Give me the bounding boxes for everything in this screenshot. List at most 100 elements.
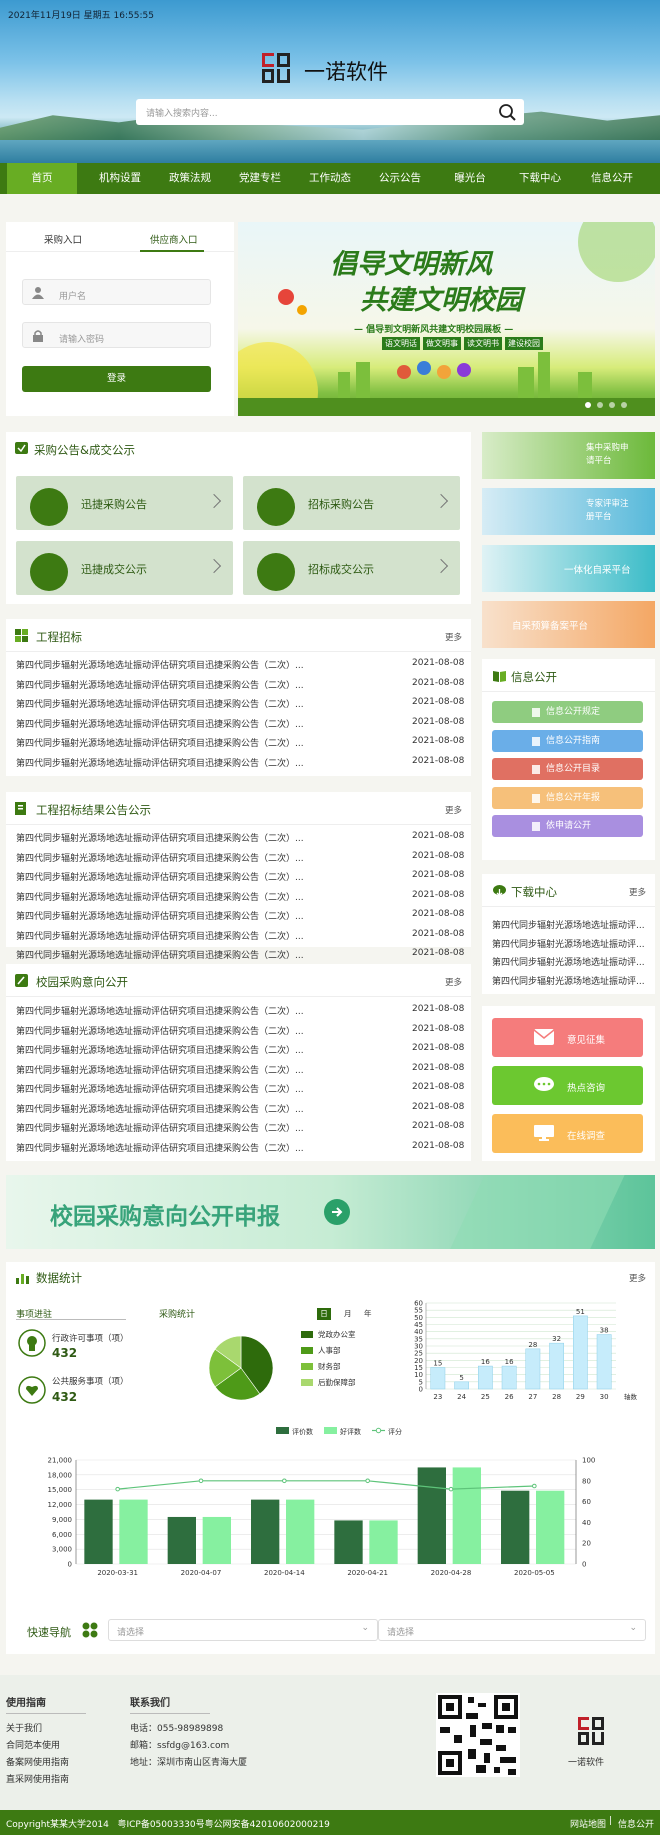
nav-download[interactable]: 下载中心 [505,163,575,194]
download-item[interactable]: 第四代同步辐射光源场地选址振动评... [492,955,645,968]
nav-work[interactable]: 工作动态 [295,163,365,194]
info-public-item[interactable]: 信息公开目录 [492,758,643,780]
campus-intent-banner[interactable]: 校园采购意向公开申报 [6,1175,655,1249]
quicknav-select-1[interactable]: 请选择 ⌄ [108,1619,378,1641]
feedback-button[interactable]: 意见征集 [492,1018,643,1057]
row-date: 2021-08-08 [412,1004,465,1014]
more-link[interactable]: 更多 [445,804,462,816]
platform-central[interactable]: 集中采购申请平台 [482,432,655,479]
nav-policy[interactable]: 政策法规 [155,163,225,194]
list-row[interactable]: 第四代同步辐射光源场地选址振动评估研究项目迅捷采购公告（二次）... 2021-0… [16,1043,466,1059]
item-label: 公共服务事项（项） [52,1377,129,1387]
y-tick-label: 60 [414,1300,423,1308]
bar [501,1365,517,1390]
nav-org[interactable]: 机构设置 [85,163,155,194]
more-link[interactable]: 更多 [629,1272,646,1284]
bar [525,1348,541,1390]
list-row[interactable]: 第四代同步辐射光源场地选址振动评估研究项目迅捷采购公告（二次）... 2021-0… [16,1024,466,1040]
info-public-item[interactable]: 信息公开规定 [492,701,643,723]
more-link[interactable]: 更多 [445,631,462,643]
quicknav-select-2[interactable]: 请选择 ⌄ [378,1619,646,1641]
list-row[interactable]: 第四代同步辐射光源场地选址振动评估研究项目迅捷采购公告（二次）... 2021-0… [16,697,466,713]
username-field[interactable]: 用户名 [22,279,211,305]
list-row[interactable]: 第四代同步辐射光源场地选址振动评估研究项目迅捷采购公告（二次）... 2021-0… [16,831,466,847]
platform-budget[interactable]: 自采预算备案平台 [482,601,655,648]
list-row[interactable]: 第四代同步辐射光源场地选址振动评估研究项目迅捷采购公告（二次）... 2021-0… [16,890,466,906]
list-row[interactable]: 第四代同步辐射光源场地选址振动评估研究项目迅捷采购公告（二次）... 2021-0… [16,1102,466,1118]
list-row[interactable]: 第四代同步辐射光源场地选址振动评估研究项目迅捷采购公告（二次）... 2021-0… [16,1141,466,1157]
list-row[interactable]: 第四代同步辐射光源场地选址振动评估研究项目迅捷采购公告（二次）... 2021-0… [16,1004,466,1020]
list-row[interactable]: 第四代同步辐射光源场地选址振动评估研究项目迅捷采购公告（二次）... 2021-0… [16,678,466,694]
info-public-item[interactable]: 信息公开年报 [492,786,643,809]
y2-tick-label: 40 [582,1519,591,1527]
search-input[interactable]: 请输入搜索内容... [136,99,524,125]
item-value: 432 [52,1346,78,1360]
pie-legend-item: 财务部 [301,1361,341,1372]
mail-icon [534,1029,554,1045]
purchase-title: 采购统计 [159,1310,196,1320]
search-placeholder: 请输入搜索内容... [146,109,218,119]
tile-bid-result[interactable]: 招标成交公示 [243,541,460,595]
period-month[interactable]: 月 [344,1308,352,1319]
y-tick-label: 30 [414,1343,423,1351]
document-icon [15,802,26,815]
nav-home[interactable]: 首页 [7,163,77,194]
tab-supplier[interactable]: 供应商入口 [150,232,198,246]
stats-title: 数据统计 [36,1271,82,1285]
download-item[interactable]: 第四代同步辐射光源场地选址振动评... [492,937,645,950]
monitor-icon [534,1125,554,1141]
doc-icon [532,708,540,717]
more-link[interactable]: 更多 [445,976,462,988]
more-link[interactable]: 更多 [629,886,646,898]
nav-notice[interactable]: 公示公告 [365,163,435,194]
list-row[interactable]: 第四代同步辐射光源场地选址振动评估研究项目迅捷采购公告（二次）... 2021-0… [16,658,466,674]
nav-party[interactable]: 党建专栏 [225,163,295,194]
search-button[interactable] [494,101,520,123]
hot-consult-button[interactable]: 热点咨询 [492,1066,643,1105]
campus-banner-text: 校园采购意向公开申报 [50,1204,280,1230]
survey-button[interactable]: 在线调查 [492,1114,643,1153]
list-row[interactable]: 第四代同步辐射光源场地选址振动评估研究项目迅捷采购公告（二次）... 2021-0… [16,909,466,925]
period-year[interactable]: 年 [364,1308,372,1319]
banner-tag: 语文明话 [382,337,420,350]
period-day[interactable]: 日 [317,1308,331,1320]
list-row[interactable]: 第四代同步辐射光源场地选址振动评估研究项目迅捷采购公告（二次）... 2021-0… [16,851,466,867]
guide-link[interactable]: 直采网使用指南 [6,1772,69,1785]
platform-expert[interactable]: 专家评审注册平台 [482,488,655,535]
y-tick-label: 0 [419,1386,423,1394]
info-public-item[interactable]: 信息公开指南 [492,729,643,752]
list-row[interactable]: 第四代同步辐射光源场地选址振动评估研究项目迅捷采购公告（二次）... 2021-0… [16,717,466,733]
guide-link[interactable]: 备案网使用指南 [6,1755,69,1768]
lock-icon [33,330,43,342]
list-row[interactable]: 第四代同步辐射光源场地选址振动评估研究项目迅捷采购公告（二次）... 2021-0… [16,870,466,886]
list-row[interactable]: 第四代同步辐射光源场地选址振动评估研究项目迅捷采购公告（二次）... 2021-0… [16,929,466,945]
nav-info[interactable]: 信息公开 [577,163,647,194]
chevron-right-icon [433,493,449,509]
platform-self[interactable]: 一体化自采平台 [482,545,655,592]
doc-icon [532,736,540,746]
list-row[interactable]: 第四代同步辐射光源场地选址振动评估研究项目迅捷采购公告（二次）... 2021-0… [16,736,466,752]
tile-fast-purchase[interactable]: 迅捷采购公告 [16,476,233,530]
password-field[interactable]: 请输入密码 [22,322,211,348]
list-row[interactable]: 第四代同步辐射光源场地选址振动评估研究项目迅捷采购公告（二次）... 2021-0… [16,1082,466,1098]
y-tick-label: 55 [414,1307,423,1315]
tile-bid-purchase[interactable]: 招标采购公告 [243,476,460,530]
campaign-banner[interactable]: 倡导文明新风 共建文明校园 — 倡导到文明新风共建文明校园展板 — 语文明话 做… [238,222,655,416]
download-item[interactable]: 第四代同步辐射光源场地选址振动评... [492,974,645,987]
info-public-link[interactable]: 信息公开 [618,1817,654,1830]
tab-purchase[interactable]: 采购入口 [44,232,82,246]
download-item[interactable]: 第四代同步辐射光源场地选址振动评... [492,918,645,931]
contact-title: 联系我们 [130,1698,170,1709]
guide-link[interactable]: 合同范本使用 [6,1738,60,1751]
tile-fast-result[interactable]: 迅捷成交公示 [16,541,233,595]
list-row[interactable]: 第四代同步辐射光源场地选址振动评估研究项目迅捷采购公告（二次）... 2021-0… [16,1063,466,1079]
login-button[interactable]: 登录 [22,366,211,392]
guide-link[interactable]: 关于我们 [6,1721,42,1734]
data-label: 32 [552,1335,561,1343]
list-row[interactable]: 第四代同步辐射光源场地选址振动评估研究项目迅捷采购公告（二次）... 2021-0… [16,1121,466,1137]
list-row[interactable]: 第四代同步辐射光源场地选址振动评估研究项目迅捷采购公告（二次）... 2021-0… [16,948,466,964]
info-public-item[interactable]: 依申请公开 [492,815,643,837]
list-row[interactable]: 第四代同步辐射光源场地选址振动评估研究项目迅捷采购公告（二次）... 2021-0… [16,756,466,772]
sitemap-link[interactable]: 网站地图 [570,1817,606,1830]
nav-exposure[interactable]: 曝光台 [435,163,505,194]
